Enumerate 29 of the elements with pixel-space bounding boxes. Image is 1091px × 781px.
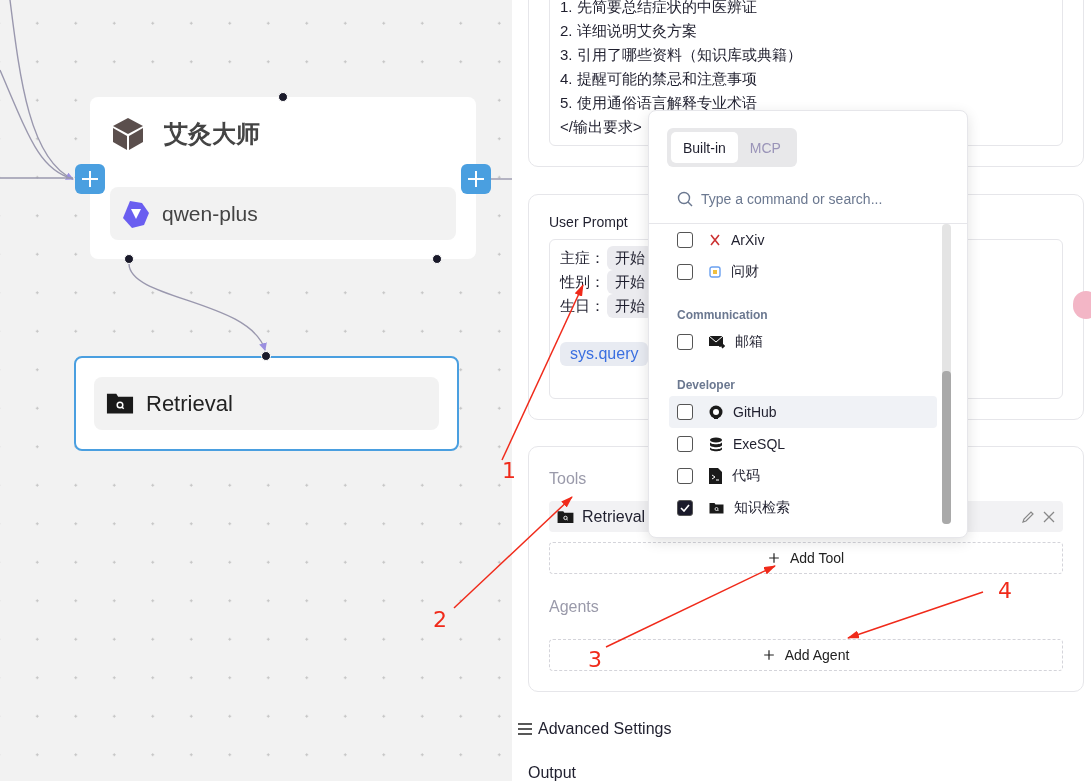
node-title: 艾灸大师 <box>164 119 260 149</box>
tool-name: Retrieval <box>582 507 646 526</box>
annotation-number: 4 <box>998 578 1012 603</box>
section-title: Output <box>528 764 577 781</box>
prompt-line: </输出要求> <box>560 117 643 137</box>
section-label: Tools <box>549 469 587 489</box>
model-name: qwen-plus <box>162 201 258 226</box>
group-title: Developer <box>676 377 737 394</box>
option-label: 知识检索 <box>734 499 790 517</box>
option-label: 邮箱 <box>735 333 763 351</box>
prompt-line: 4. 提醒可能的禁忌和注意事项 <box>560 69 758 89</box>
prompt-line: 5. 使用通俗语言解释专业术语 <box>560 93 758 113</box>
option-label: 问财 <box>731 263 759 281</box>
field-label: User Prompt <box>549 213 629 231</box>
option-label: ExeSQL <box>733 436 786 452</box>
prompt-line: 1. 先简要总结症状的中医辨证 <box>560 0 758 17</box>
prompt-label: 主症： <box>560 248 605 268</box>
variable-chip: sys.query <box>560 342 649 366</box>
section-label: Agents <box>549 597 599 617</box>
annotation-number: 1 <box>502 458 516 483</box>
annotation-number: 3 <box>588 647 602 672</box>
annotation-number: 2 <box>433 607 447 632</box>
option-label: ArXiv <box>731 232 765 248</box>
node-title: Retrieval <box>146 390 233 417</box>
prompt-line: 3. 引用了哪些资料（知识库或典籍） <box>560 45 803 65</box>
group-title: Communication <box>676 307 769 324</box>
option-label: 代码 <box>732 467 760 485</box>
option-label: GitHub <box>733 404 777 420</box>
prompt-line: 2. 详细说明艾灸方案 <box>560 21 698 41</box>
